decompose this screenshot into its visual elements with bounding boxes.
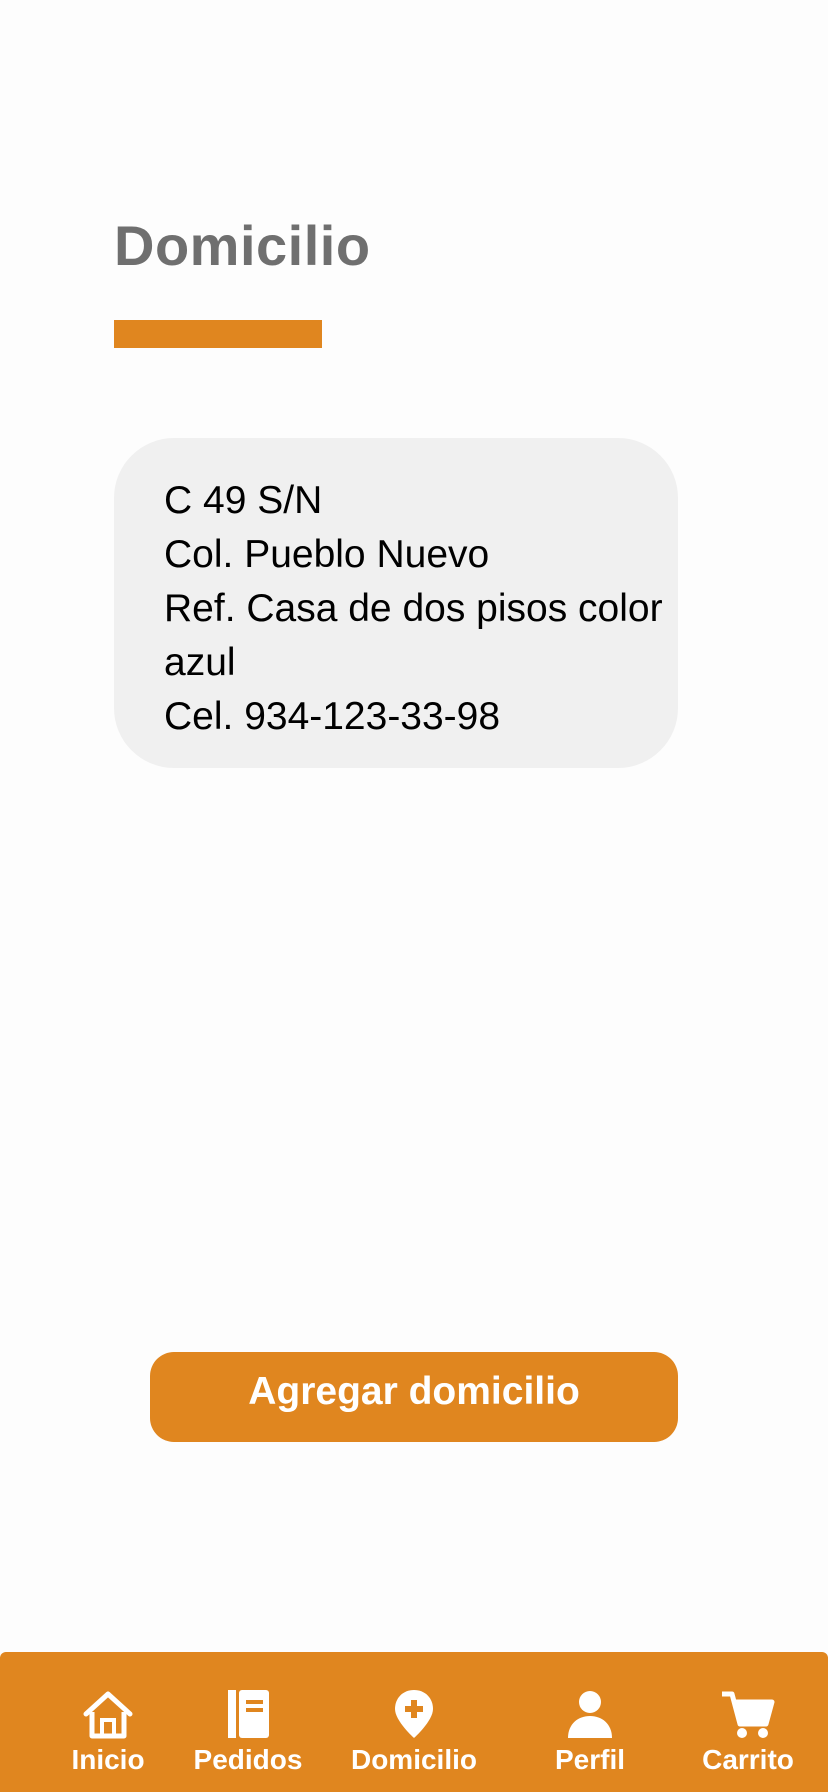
address-reference: Ref. Casa de dos pisos color azul [164,587,663,684]
nav-label-perfil: Perfil [554,1744,626,1775]
notebook-icon [228,1690,269,1738]
nav-label-inicio: Inicio [71,1744,145,1775]
add-address-button[interactable]: Agregar domicilio [150,1352,678,1442]
user-icon [568,1691,612,1738]
nav-label-pedidos: Pedidos [193,1744,303,1775]
address-colony: Col. Pueblo Nuevo [164,533,490,576]
page-title: Domicilio [114,214,371,277]
nav-item-pedidos[interactable]: Pedidos [173,1652,323,1792]
bottom-nav: Inicio Pedidos Domicilio Perfil Carrito [0,1652,828,1792]
address-street: C 49 S/N [164,479,323,522]
nav-item-inicio[interactable]: Inicio [33,1652,183,1792]
address-phone: Cel. 934-123-33-98 [164,695,501,738]
nav-label-domicilio: Domicilio [350,1744,477,1775]
location-plus-icon [395,1690,433,1738]
nav-item-perfil[interactable]: Perfil [515,1652,665,1792]
nav-item-domicilio[interactable]: Domicilio [339,1652,489,1792]
cart-icon [722,1691,775,1738]
nav-item-carrito[interactable]: Carrito [673,1652,823,1792]
nav-label-carrito: Carrito [702,1744,794,1775]
title-underline [114,320,322,348]
address-card[interactable]: C 49 S/N Col. Pueblo Nuevo Ref. Casa de … [114,438,678,768]
home-icon [83,1691,133,1739]
